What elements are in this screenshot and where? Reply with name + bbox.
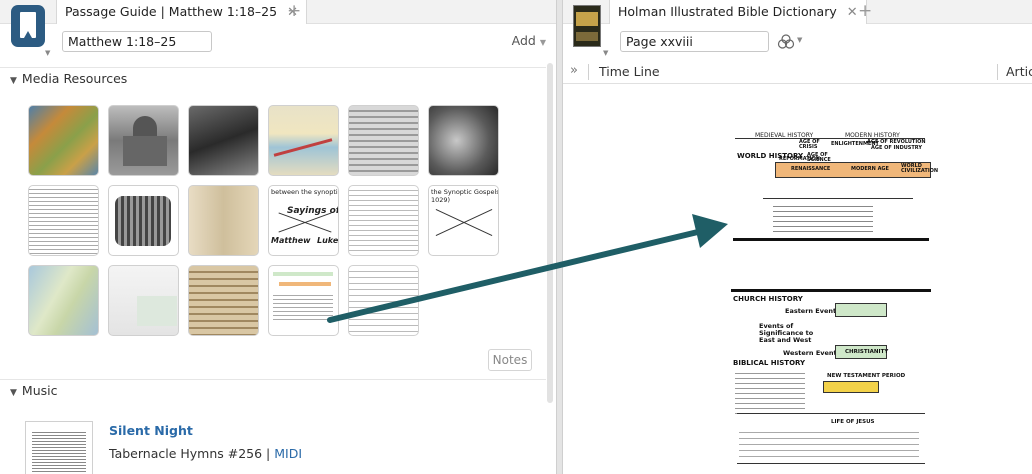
new-tab-button[interactable]: + [287,1,301,21]
timeline-label: CHRISTIANITY [845,349,889,355]
media-thumb[interactable]: the Synoptic Gospels according t 1029) [428,185,499,256]
media-thumb[interactable] [428,105,499,176]
dictionary-panel: Holman Illustrated Bible Dictionary ✕ + ▼… [563,0,1032,474]
collapse-triangle-icon: ▼ [10,76,17,86]
media-thumb[interactable] [188,105,259,176]
left-toolbar: Matthew 1:18–25 Add ▼ [0,24,556,60]
media-thumb[interactable]: between the synoptic gospels Sayings of … [268,185,339,256]
timeline-band [273,272,333,276]
timeline-label: NEW TESTAMENT PERIOD [827,373,906,379]
thumb-text: Luke [317,236,339,245]
timeline-bar [835,303,887,317]
section-music[interactable]: ▼ Music [0,379,546,401]
timeline-label: AGE OF CRISIS [799,139,820,150]
hymn-source: Tabernacle Hymns #256 | MIDI [109,446,302,461]
chevron-down-icon: ▼ [539,38,546,47]
section-media-resources[interactable]: ▼ Media Resources [0,67,546,89]
new-tab-button[interactable]: + [858,1,872,21]
media-thumb[interactable] [188,265,259,336]
media-thumb[interactable] [348,105,419,176]
collapse-triangle-icon: ▼ [10,388,17,398]
figure-border [731,289,931,292]
left-tabbar: Passage Guide | Matthew 1:18–25 ✕ + [0,0,556,24]
tab-passage-guide[interactable]: Passage Guide | Matthew 1:18–25 ✕ [56,0,307,24]
media-thumb[interactable] [108,265,179,336]
hymn-title-link[interactable]: Silent Night [109,423,193,438]
timeline-lines [273,292,333,322]
building-shape [123,136,167,166]
timeline-band [279,282,331,286]
timeline-lines [773,202,873,232]
midi-link[interactable]: MIDI [274,446,302,461]
divider [997,64,998,80]
timeline-label: Eastern Events [785,307,840,315]
manuscript-shape [115,196,171,246]
figure-border [733,238,929,241]
reference-input[interactable]: Matthew 1:18–25 [62,31,212,52]
timeline-label: LIFE OF JESUS [831,419,875,425]
media-thumb[interactable] [108,105,179,176]
thumb-text: the Synoptic Gospels according t [431,188,499,196]
timeline-label: RENAISSANCE [791,166,831,172]
visual-filter-icon[interactable] [777,34,795,50]
expand-panel-icon[interactable]: » [570,63,578,78]
media-thumb[interactable] [348,185,419,256]
timeline-lines [739,427,919,461]
timeline-label: Western Events [783,349,841,357]
thumb-text: Sayings of [287,206,339,216]
notes-button[interactable]: Notes [488,349,532,371]
media-grid: between the synoptic gospels Sayings of … [28,105,508,345]
page-input[interactable]: Page xxviii [620,31,769,52]
timeline-bar [823,381,879,393]
media-thumb[interactable] [108,185,179,256]
map-shape [137,296,177,326]
section-label: Media Resources [21,71,128,86]
media-thumb[interactable] [188,185,259,256]
world-history-timeline: MEDIEVAL HISTORY MODERN HISTORY AGE OF C… [733,126,939,242]
media-thumb[interactable] [348,265,419,336]
article-header: » Time Line Artic [563,60,1032,84]
timeline-axis [737,413,925,414]
thumb-text: 1029) [431,196,451,204]
route-line [273,138,333,157]
chevron-down-icon[interactable]: ▼ [797,36,802,44]
church-history-label: CHURCH HISTORY [733,295,803,303]
thumb-text: between the synoptic gospels [271,188,339,196]
media-thumb[interactable] [268,105,339,176]
media-thumb[interactable] [28,185,99,256]
passage-guide-panel: Passage Guide | Matthew 1:18–25 ✕ + ▼ Mat… [0,0,557,474]
tab-title: Holman Illustrated Bible Dictionary [618,4,837,19]
tab-holman-dictionary[interactable]: Holman Illustrated Bible Dictionary ✕ [609,0,867,24]
dome-shape [133,116,157,136]
section-label: Music [21,383,58,398]
thumb-text: Matthew [271,236,311,245]
right-toolbar: Page xxviii ▼ [563,24,1032,60]
add-button[interactable]: Add ▼ [512,33,546,48]
tab-title: Passage Guide | Matthew 1:18–25 [65,4,278,19]
hymnal-name: Tabernacle Hymns #256 [109,446,263,461]
scrollbar[interactable] [547,63,553,403]
timeline-label: MODERN AGE [851,166,889,172]
media-thumb[interactable] [28,265,99,336]
media-thumb[interactable] [28,105,99,176]
add-label: Add [511,33,536,48]
timeline-label: Events of Significance to East and West [759,322,814,344]
divider [588,64,589,80]
timeline-lines [735,369,805,415]
timeline-label: WORLD CIVILIZATION [901,163,939,174]
separator: | [262,446,275,461]
timeline-axis [763,198,913,199]
close-icon[interactable]: ✕ [847,5,858,20]
timeline-axis [737,463,925,464]
church-history-timeline: CHURCH HISTORY Eastern Events Events of … [731,293,931,474]
article-label[interactable]: Artic [1006,64,1032,79]
section-label[interactable]: Time Line [599,64,660,79]
biblical-history-label: BIBLICAL HISTORY [733,359,806,367]
right-tabbar: Holman Illustrated Bible Dictionary ✕ + [563,0,1032,24]
sheet-music-thumb[interactable] [25,421,93,474]
staff-lines [32,430,86,474]
media-thumb[interactable] [268,265,339,336]
timeline-label: ENLIGHTENMENT [831,141,879,147]
timeline-label: AGE OF INDUSTRY [871,145,923,151]
